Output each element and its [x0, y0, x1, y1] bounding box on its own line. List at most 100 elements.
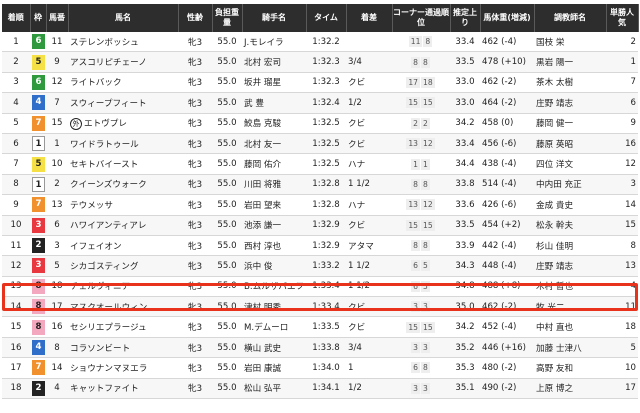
horse-name-link[interactable]: スウィープフィート	[68, 92, 178, 114]
jockey-link[interactable]: M.デムーロ	[242, 316, 306, 338]
horse-name-link[interactable]: アスコリピチェーノ	[68, 51, 178, 73]
body-weight-cell: 462 (-4)	[480, 32, 534, 53]
jockey-link[interactable]: 池添 謙一	[242, 215, 306, 236]
horse-name-link[interactable]: チェルヴィニア	[68, 276, 178, 298]
waku-cell: 6	[30, 32, 46, 53]
header-body[interactable]: 馬体重(増減)	[480, 4, 535, 32]
jockey-link[interactable]: 北村 宏司	[242, 51, 306, 73]
corner-position: 12	[421, 138, 435, 150]
trainer-link[interactable]: 庄野 靖志	[534, 255, 606, 277]
horse-name-link[interactable]: シカゴスティング	[68, 255, 178, 277]
waku-badge: 7	[32, 360, 45, 376]
trainer-link[interactable]: 杉山 佳明	[534, 235, 606, 257]
corner-position: 15	[421, 321, 435, 333]
horse-name-link[interactable]: ハワイアンティアレ	[68, 215, 178, 236]
time-cell: 1:32.9	[306, 235, 346, 257]
jockey-link[interactable]: 川田 将雅	[242, 174, 306, 196]
body-weight: 462	[482, 36, 499, 47]
horse-name-link[interactable]: ショウナンマヌエラ	[68, 357, 178, 379]
header-time[interactable]: タイム	[306, 4, 347, 32]
header-sexage[interactable]: 性齢	[178, 4, 213, 32]
jockey-link[interactable]: 松山 弘平	[242, 378, 306, 400]
header-corner[interactable]: コーナー通過順位	[392, 4, 451, 32]
horse-name-link[interactable]: セキトバイースト	[68, 153, 178, 175]
trainer-link[interactable]: 金成 貴史	[534, 194, 606, 216]
header-waku[interactable]: 枠	[30, 4, 47, 32]
waku-cell: 4	[30, 337, 46, 359]
trainer-link[interactable]: 中村 直也	[534, 316, 606, 338]
body-weight-cell: 458 (0)	[480, 113, 534, 134]
header-trainer[interactable]: 調教師名	[534, 4, 607, 32]
trainer-link[interactable]: 国枝 栄	[534, 32, 606, 53]
trainer-link[interactable]: 中内田 充正	[534, 174, 606, 196]
header-margin[interactable]: 着差	[346, 4, 393, 32]
trainer-link[interactable]: 加藤 士津八	[534, 337, 606, 359]
jockey-link[interactable]: B.ムルザバエフ	[242, 276, 306, 298]
trainer-link[interactable]: 上原 博之	[534, 378, 606, 400]
weight-cell: 55.0	[212, 72, 242, 94]
jockey-link[interactable]: J.モレイラ	[242, 32, 306, 53]
table-row: 12 3 5 シカゴスティング 牝3 55.0 浜中 俊 1:33.2 1 1/2 6 5 34.3 4…	[2, 255, 638, 277]
sexage-cell: 牝3	[178, 113, 212, 134]
jockey-link[interactable]: 浜中 俊	[242, 255, 306, 277]
header-agari[interactable]: 推定上り	[450, 4, 481, 32]
horse-name-link[interactable]: コラソンビート	[68, 337, 178, 359]
waku-cell: 3	[30, 215, 46, 236]
agari-cell: 33.0	[450, 72, 480, 94]
popularity-cell: 18	[606, 316, 638, 338]
trainer-link[interactable]: 松永 幹夫	[534, 215, 606, 236]
corner-position: 8	[411, 178, 420, 190]
horse-name-link[interactable]: イフェイオン	[68, 235, 178, 257]
table-row: 3 6 12 ライトバック 牝3 55.0 坂井 瑠星 1:32.3 クビ 17 18 33.0 462…	[2, 72, 638, 94]
trainer-link[interactable]: 四位 洋文	[534, 153, 606, 175]
horse-name-link[interactable]: 外エトヴプレ	[68, 113, 178, 134]
jockey-link[interactable]: 坂井 瑠星	[242, 72, 306, 94]
trainer-link[interactable]: 茶木 太樹	[534, 72, 606, 94]
jockey-link[interactable]: 津村 明秀	[242, 296, 306, 318]
horse-name-link[interactable]: ワイドラトゥール	[68, 133, 178, 155]
jockey-link[interactable]: 藤岡 佑介	[242, 153, 306, 175]
body-weight-diff: (-6)	[501, 138, 517, 149]
body-weight-diff: (-4)	[501, 240, 517, 251]
jockey-link[interactable]: 北村 友一	[242, 133, 306, 155]
horse-name-link[interactable]: キャットファイト	[68, 378, 178, 400]
sexage-cell: 牝3	[178, 337, 212, 359]
jockey-link[interactable]: 岩田 康誠	[242, 357, 306, 379]
header-rank[interactable]: 着順	[2, 4, 31, 32]
sexage-cell: 牝3	[178, 133, 212, 155]
corner-cell: 33	[392, 337, 450, 359]
weight-cell: 55.0	[212, 316, 242, 338]
umaban-cell: 15	[46, 113, 68, 134]
horse-name-link[interactable]: ライトバック	[68, 72, 178, 94]
agari-cell: 34.4	[450, 153, 480, 175]
header-weight[interactable]: 負担重量	[212, 4, 243, 32]
jockey-link[interactable]: 武 豊	[242, 92, 306, 114]
trainer-link[interactable]: 藤岡 健一	[534, 113, 606, 134]
sexage-cell: 牝3	[178, 357, 212, 379]
trainer-link[interactable]: 木村 哲也	[534, 276, 606, 298]
trainer-link[interactable]: 黒岩 陽一	[534, 51, 606, 73]
trainer-link[interactable]: 高野 友和	[534, 357, 606, 379]
horse-name-link[interactable]: ステレンボッシュ	[68, 32, 178, 53]
jockey-link[interactable]: 鮫島 克駿	[242, 113, 306, 134]
trainer-link[interactable]: 藤原 英昭	[534, 133, 606, 155]
header-umaban[interactable]: 馬番	[46, 4, 69, 32]
horse-name-link[interactable]: セシリエプラージュ	[68, 316, 178, 338]
body-weight: 514	[482, 179, 499, 190]
umaban-cell: 18	[46, 276, 68, 298]
trainer-link[interactable]: 牧 光二	[534, 296, 606, 318]
horse-name-link[interactable]: クイーンズウォーク	[68, 174, 178, 196]
rank-cell: 18	[2, 378, 30, 400]
trainer-link[interactable]: 庄野 靖志	[534, 92, 606, 114]
popularity-cell: 4	[606, 276, 638, 298]
jockey-link[interactable]: 横山 武史	[242, 337, 306, 359]
header-pop[interactable]: 単勝人気	[606, 4, 639, 32]
jockey-link[interactable]: 岩田 望来	[242, 194, 306, 216]
header-horse[interactable]: 馬名	[68, 4, 179, 32]
horse-name-link[interactable]: マスクオールウィン	[68, 296, 178, 318]
jockey-link[interactable]: 西村 淳也	[242, 235, 306, 257]
corner-position: 3	[421, 342, 430, 354]
header-jockey[interactable]: 騎手名	[242, 4, 307, 32]
corner-position: 2	[411, 117, 420, 129]
horse-name-link[interactable]: テウメッサ	[68, 194, 178, 216]
